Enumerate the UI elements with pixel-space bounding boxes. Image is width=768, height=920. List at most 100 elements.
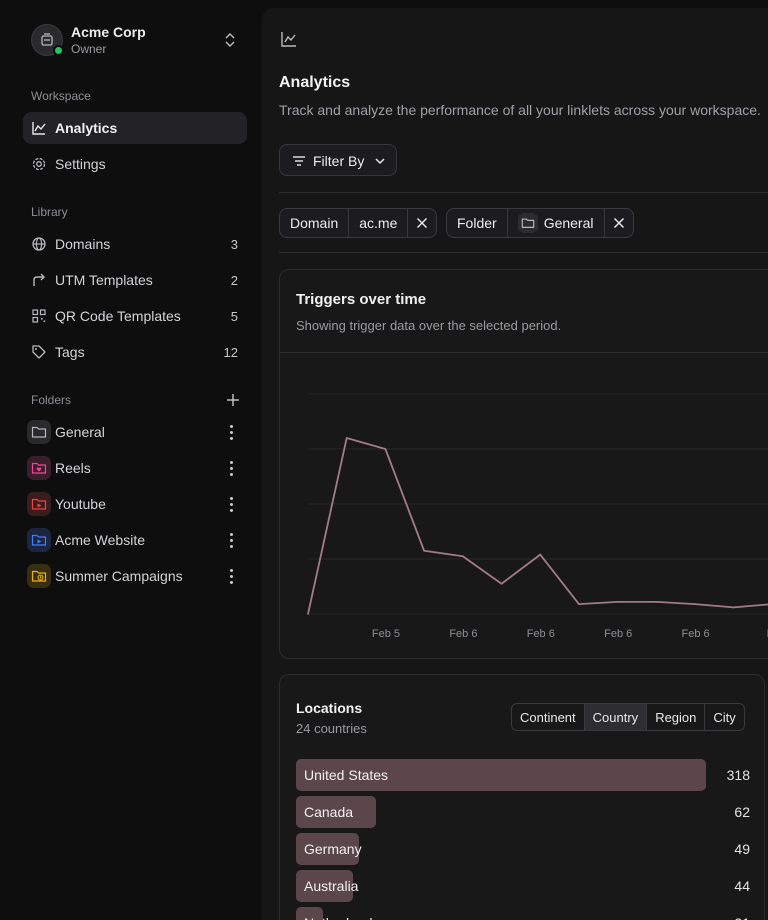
folder-code-icon (27, 528, 51, 552)
location-value: 49 (734, 841, 750, 857)
sidebar-item-label: Settings (55, 156, 106, 172)
sidebar-folder-youtube[interactable]: Youtube (23, 488, 247, 520)
tab-continent[interactable]: Continent (512, 704, 585, 730)
add-folder-plus-icon[interactable] (226, 393, 240, 407)
chart-point (655, 601, 658, 603)
filter-icon (293, 156, 305, 166)
divider (279, 192, 768, 193)
sidebar-item-label: Analytics (55, 120, 118, 136)
tab-country[interactable]: Country (584, 704, 648, 730)
remove-filter-button[interactable] (605, 209, 633, 237)
more-options-icon[interactable] (223, 568, 239, 584)
sidebar-folder-general[interactable]: General (23, 416, 247, 448)
sidebar-item-label: Tags (55, 344, 85, 360)
folder-icon (517, 213, 538, 233)
sidebar-item-qr-code-templates[interactable]: QR Code Templates 5 (23, 300, 247, 332)
chart-point (539, 553, 541, 556)
sidebar-item-label: UTM Templates (55, 272, 153, 288)
location-name: Germany (304, 841, 362, 857)
chart-point (616, 601, 619, 603)
location-name: Canada (304, 804, 354, 820)
sidebar-item-label: QR Code Templates (55, 308, 181, 324)
more-options-icon[interactable] (223, 496, 239, 512)
folder-icon (27, 420, 51, 444)
section-label-workspace: Workspace (31, 89, 91, 103)
locations-card: Locations 24 countries Continent Country… (279, 674, 765, 920)
online-status-dot (53, 45, 64, 56)
page-title: Analytics (279, 74, 351, 91)
chart-point (500, 582, 503, 585)
chart-point (578, 603, 580, 605)
location-row[interactable]: Canada 62 (296, 796, 750, 828)
chart-x-tick-label: Feb 6 (449, 628, 477, 640)
sidebar-folder-acme-website[interactable]: Acme Website (23, 524, 247, 556)
chart-line-icon (281, 32, 296, 47)
chevron-up-down-icon[interactable] (223, 32, 237, 48)
chart-x-tick-label: Feb 6 (527, 628, 555, 640)
filter-chip-domain[interactable]: Domain ac.me (279, 208, 438, 238)
divider (280, 352, 768, 353)
location-row[interactable]: Australia 44 (296, 870, 750, 902)
location-row[interactable]: Germany 49 (296, 833, 750, 865)
chevron-down-icon (375, 158, 385, 165)
main-panel: Analytics Track and analyze the performa… (262, 8, 768, 920)
location-name: United States (304, 767, 389, 783)
location-value: 21 (734, 915, 750, 920)
redirect-arrow-icon (33, 273, 45, 286)
sidebar-item-domains[interactable]: Domains 3 (23, 228, 247, 260)
location-row[interactable]: Netherlands 21 (296, 907, 750, 920)
close-icon (613, 217, 624, 229)
location-value: 44 (734, 878, 750, 894)
location-row[interactable]: United States 318 (296, 759, 750, 791)
sidebar-folder-summer-campaigns[interactable]: Summer Campaigns (23, 560, 247, 592)
triggers-card-title: Triggers over time (296, 291, 427, 308)
tab-city[interactable]: City (705, 704, 743, 730)
location-granularity-tabs: Continent Country Region City (511, 703, 745, 731)
divider (279, 252, 768, 253)
filter-chip-value: ac.me (349, 209, 409, 237)
filter-chip-key: Folder (447, 209, 508, 237)
qr-code-icon (32, 309, 46, 323)
chart-point (307, 613, 309, 615)
more-options-icon[interactable] (223, 424, 239, 440)
sidebar-item-utm-templates[interactable]: UTM Templates 2 (23, 264, 247, 296)
sidebar-folder-reels[interactable]: Reels (23, 452, 247, 484)
more-options-icon[interactable] (223, 460, 239, 476)
filter-by-button[interactable]: Filter By (279, 144, 397, 176)
sidebar-item-label: Domains (55, 236, 111, 252)
remove-filter-button[interactable] (408, 209, 436, 237)
org-logo-icon (41, 33, 53, 46)
more-options-icon[interactable] (223, 532, 239, 548)
chart-point (345, 437, 348, 439)
locations-subtitle: 24 countries (296, 721, 367, 736)
org-role: Owner (71, 42, 107, 56)
folder-label: Acme Website (55, 532, 145, 548)
tab-region[interactable]: Region (647, 704, 706, 730)
sidebar-item-settings[interactable]: Settings (23, 148, 247, 180)
folder-label: Reels (55, 460, 91, 476)
sidebar-item-tags[interactable]: Tags 12 (23, 336, 247, 368)
filter-chip-folder[interactable]: Folder General (446, 208, 634, 238)
location-name: Netherlands (304, 915, 380, 920)
chart-point (694, 603, 696, 605)
location-value: 318 (726, 767, 750, 783)
chart-x-tick-label: Feb 5 (372, 628, 400, 640)
chart-point (732, 606, 735, 609)
org-switcher[interactable]: Acme Corp Owner (31, 24, 247, 58)
chart-series-line (307, 437, 768, 615)
sidebar-item-analytics[interactable]: Analytics (23, 112, 247, 144)
item-count: 2 (230, 273, 238, 288)
chart-x-tick-label: Feb 6 (604, 628, 632, 640)
item-count: 3 (230, 237, 238, 252)
chart-line-icon (32, 122, 46, 135)
chart-x-tick-label: Feb 6 (682, 628, 710, 640)
triggers-card: Triggers over time Showing trigger data … (279, 269, 768, 659)
location-value: 62 (734, 804, 750, 820)
close-icon (417, 217, 428, 229)
tag-icon (32, 345, 46, 359)
locations-title: Locations (296, 700, 363, 716)
triggers-card-subtitle: Showing trigger data over the selected p… (296, 318, 562, 333)
filter-by-label: Filter By (313, 153, 365, 169)
item-count: 12 (223, 345, 238, 360)
filter-chip-value-wrap: General (508, 209, 605, 237)
